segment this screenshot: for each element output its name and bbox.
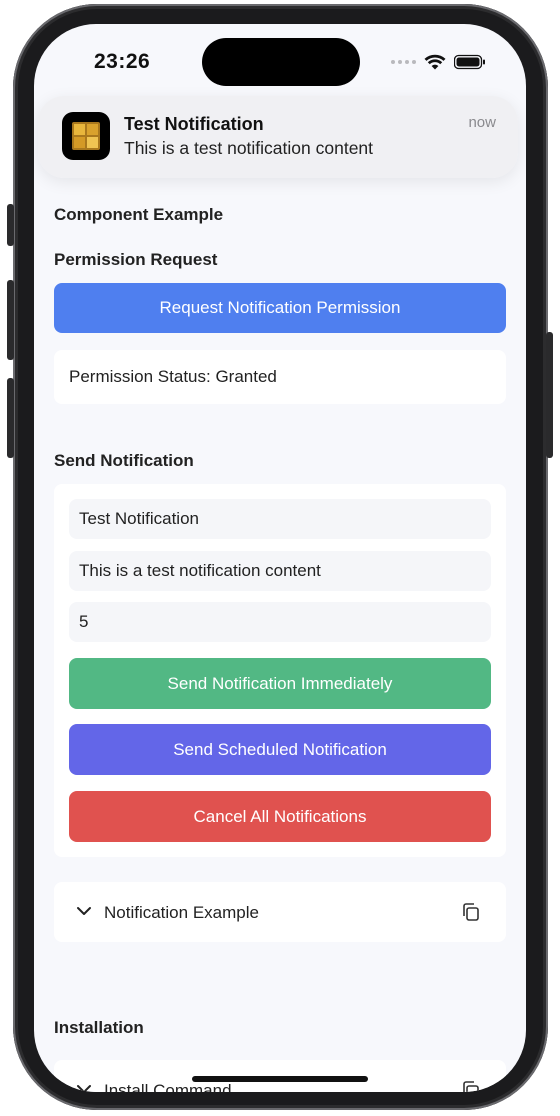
permission-status-text: Permission Status: Granted [69,367,277,386]
send-notification-card: Test Notification This is a test notific… [54,484,506,857]
banner-body: This is a test notification content [124,138,374,158]
chevron-down-icon [77,1085,91,1092]
copy-icon[interactable] [462,902,480,922]
install-command-label: Install Command [104,1081,232,1092]
notification-body-input[interactable]: This is a test notification content [69,551,491,591]
dynamic-island [202,38,360,86]
copy-icon[interactable] [462,1080,480,1092]
send-now-button[interactable]: Send Notification Immediately [69,658,491,709]
notification-example-label: Notification Example [104,903,259,922]
chevron-down-icon [77,907,91,915]
delay-seconds-input[interactable]: 5 [69,602,491,642]
permission-status-card: Permission Status: Granted [54,350,506,404]
battery-icon [454,54,485,70]
section-title-component-example: Component Example [54,205,224,224]
banner-title: Test Notification [124,114,264,134]
action-button [7,204,14,246]
section-title-permission-request: Permission Request [54,250,218,269]
request-permission-button[interactable]: Request Notification Permission [54,283,506,333]
volume-up-button [7,280,14,360]
send-scheduled-button[interactable]: Send Scheduled Notification [69,724,491,775]
notification-example-row[interactable]: Notification Example [54,882,506,942]
notification-banner[interactable]: Test Notification This is a test notific… [38,96,518,178]
section-title-installation: Installation [54,1018,144,1037]
wifi-icon [424,54,446,70]
status-icons [391,54,486,70]
power-button [546,332,553,458]
cancel-all-button[interactable]: Cancel All Notifications [69,791,491,842]
app-icon [62,112,110,160]
screen: 23:26 Test Notification This is a test n… [34,24,526,1092]
status-time: 23:26 [94,50,151,73]
signal-icon [391,60,416,64]
section-title-send-notification: Send Notification [54,451,194,470]
banner-time: now [468,114,496,131]
volume-down-button [7,378,14,458]
home-indicator [192,1076,368,1082]
notification-title-input[interactable]: Test Notification [69,499,491,539]
